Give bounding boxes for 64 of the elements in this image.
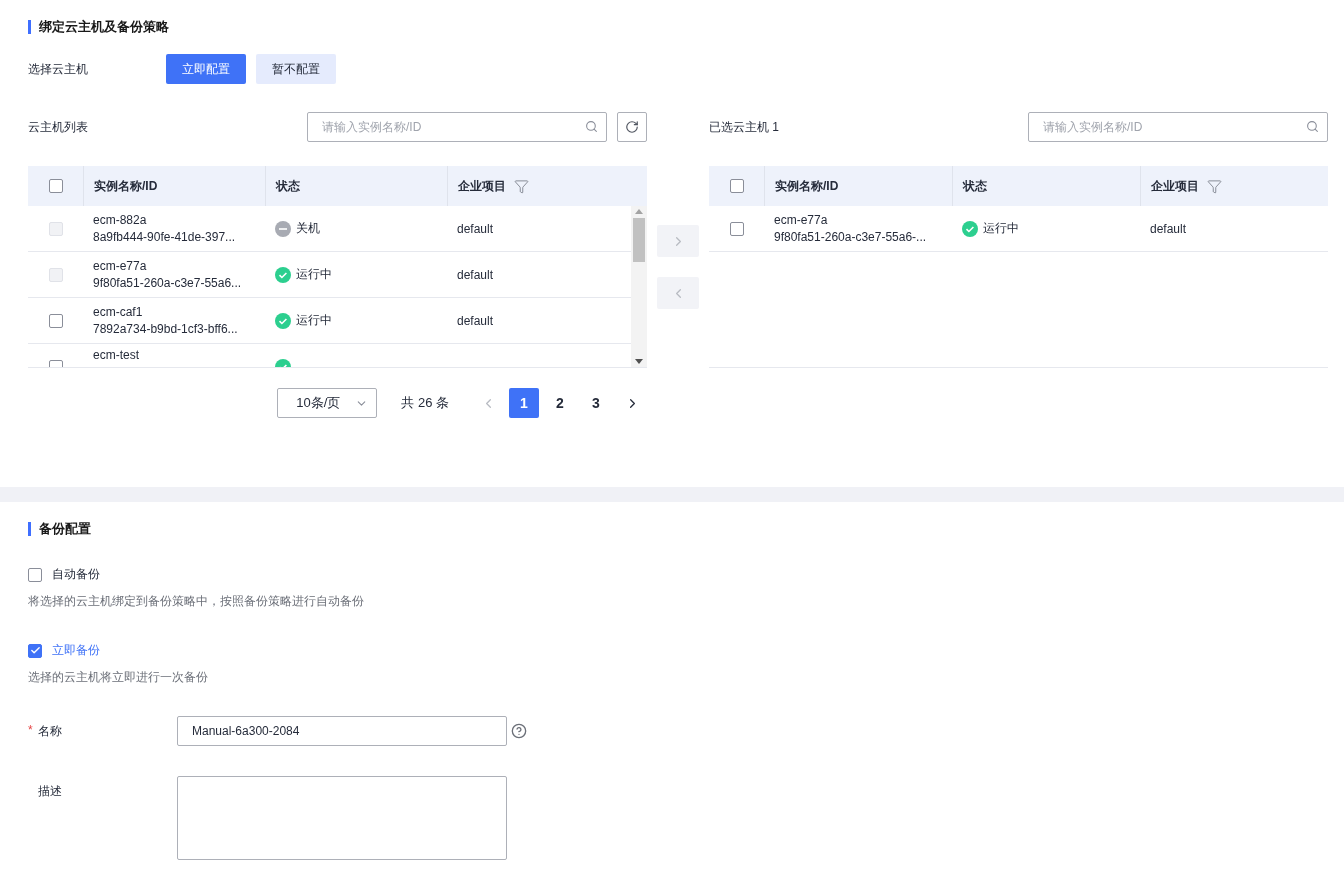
section-title: 绑定云主机及备份策略	[28, 20, 1328, 34]
page-button[interactable]: 2	[545, 388, 575, 418]
checkbox[interactable]	[28, 567, 42, 582]
instance-name: ecm-e77a	[93, 257, 148, 275]
project-text: default	[457, 313, 494, 328]
name-field[interactable]: Manual-6a300-2084	[177, 716, 507, 746]
option-button[interactable]: 立即配置	[166, 54, 246, 84]
check-circle-icon	[275, 312, 291, 329]
checkbox[interactable]	[729, 221, 744, 236]
column-header: 状态	[963, 177, 987, 195]
page-button[interactable]: 3	[581, 388, 611, 418]
instance-id: 9f80fa51-260a-c3e7-55a6-...	[774, 228, 928, 246]
filter-icon[interactable]	[514, 178, 529, 194]
refresh-button[interactable]	[617, 112, 647, 142]
project-text: default	[457, 267, 494, 282]
search-icon	[1306, 120, 1319, 133]
refresh-icon	[625, 120, 639, 134]
instance-id: 8a9fb444-90fe-41de-397...	[93, 228, 237, 246]
search-field[interactable]: 请输入实例名称/ID	[307, 112, 607, 142]
checkbox[interactable]	[48, 313, 63, 328]
instance-id: 9f80fa51-260a-c3e7-55a6...	[93, 274, 243, 292]
page-button[interactable]: 1	[509, 388, 539, 418]
instance-id: 7892a734-b9bd-1cf3-bff6...	[93, 320, 239, 338]
instance-name: ecm-test	[93, 347, 140, 364]
status-text: 运行中	[296, 266, 332, 283]
instance-name: ecm-e77a	[774, 211, 829, 229]
status-text: 运行中	[983, 220, 1019, 237]
project-text: default	[1150, 221, 1187, 236]
project-text: default	[457, 221, 494, 236]
section-title: 备份配置	[28, 522, 1328, 536]
instance-name: ecm-caf1	[93, 303, 144, 321]
option-hint: 将选择的云主机绑定到备份策略中，按照备份策略进行自动备份	[28, 593, 365, 610]
check-circle-icon	[275, 266, 291, 283]
column-header: 状态	[276, 177, 300, 195]
column-header: 实例名称/ID	[94, 177, 158, 195]
minus-circle-icon	[275, 220, 291, 237]
checkbox[interactable]	[48, 179, 63, 193]
description-field[interactable]	[177, 776, 507, 860]
column-header: 企业项目	[458, 177, 506, 195]
checkbox[interactable]	[28, 643, 42, 658]
option-label: 立即备份	[52, 642, 100, 659]
status-text: 运行中	[296, 312, 332, 329]
required-mark: *	[28, 723, 33, 737]
field-label: 名称	[38, 723, 62, 740]
page-size-select[interactable]: 10条/页	[277, 388, 378, 418]
option-button[interactable]: 暂不配置	[256, 54, 336, 84]
panel-title: 已选云主机 1	[709, 118, 780, 136]
column-header: 企业项目	[1151, 177, 1199, 195]
option-label: 自动备份	[52, 566, 100, 583]
search-icon	[585, 120, 598, 133]
option-hint: 选择的云主机将立即进行一次备份	[28, 669, 209, 686]
status-text: 关机	[296, 220, 320, 237]
filter-icon[interactable]	[1207, 178, 1222, 194]
field-label: 描述	[38, 783, 62, 800]
column-header: 实例名称/ID	[775, 177, 839, 195]
field-label: 选择云主机	[28, 60, 89, 78]
search-field[interactable]: 请输入实例名称/ID	[1028, 112, 1328, 142]
panel-title: 云主机列表	[28, 118, 89, 136]
total-count: 共 26 条	[401, 394, 449, 412]
instance-name: ecm-882a	[93, 211, 148, 229]
scrollbar[interactable]	[631, 206, 647, 367]
help-icon[interactable]	[511, 723, 527, 739]
check-circle-icon	[962, 220, 978, 237]
checkbox[interactable]	[729, 179, 744, 193]
